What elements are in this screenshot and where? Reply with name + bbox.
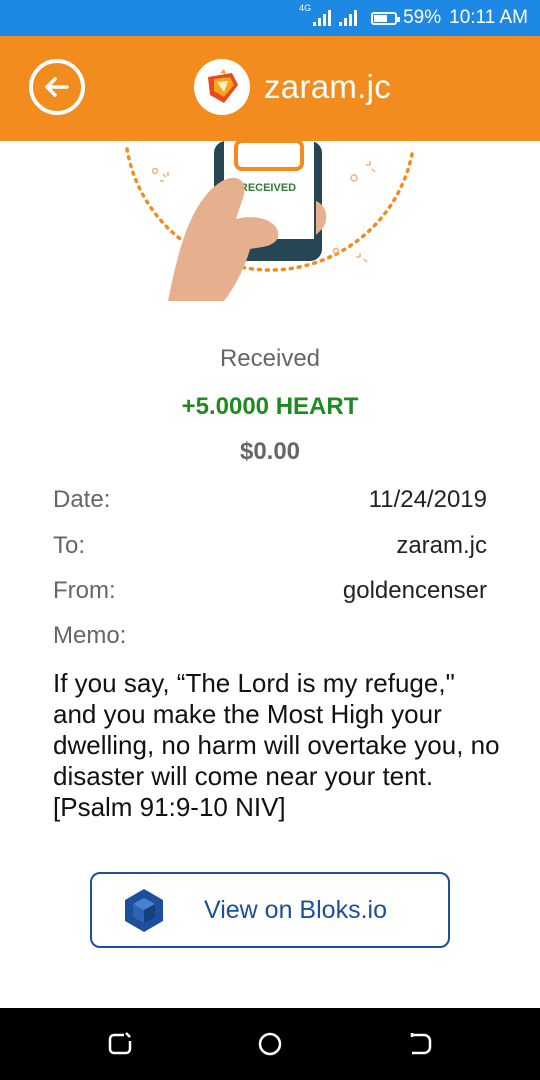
received-illustration: RECEIVED — [0, 141, 540, 331]
app-header: zaram.jc — [0, 36, 540, 141]
to-label: To: — [53, 532, 86, 559]
clock: 10:11 AM — [449, 7, 528, 28]
home-icon[interactable] — [256, 1030, 284, 1058]
battery-icon — [371, 11, 401, 25]
phone-received-label: RECEIVED — [240, 182, 296, 194]
memo-text: If you say, “The Lord is my refuge," and… — [53, 668, 500, 822]
to-value: zaram.jc — [396, 532, 487, 559]
date-row: Date: 11/24/2019 — [53, 486, 487, 514]
from-row: From: goldencenser — [53, 577, 487, 605]
back-arrow-icon — [45, 77, 69, 97]
cube-icon — [125, 889, 163, 932]
fiat-value: $0.00 — [239, 438, 301, 465]
view-on-bloks-button[interactable]: View on Bloks.io — [90, 872, 450, 948]
back-nav-icon[interactable] — [406, 1030, 434, 1058]
signal-icon — [313, 10, 332, 26]
transaction-amount: +5.0000 HEART — [181, 393, 359, 420]
date-value: 11/24/2019 — [368, 486, 487, 513]
signal-icon-2 — [339, 10, 358, 26]
brand-logo-icon — [194, 59, 250, 115]
account-name: zaram.jc — [264, 68, 392, 105]
date-label: Date: — [53, 486, 111, 513]
back-button[interactable] — [29, 59, 85, 115]
recent-apps-icon[interactable] — [106, 1030, 134, 1058]
from-value: goldencenser — [342, 577, 487, 604]
account-title: zaram.jc — [194, 59, 391, 115]
network-type: 4G — [299, 3, 312, 13]
memo-label: Memo: — [53, 622, 127, 649]
memo-row: Memo: — [53, 622, 487, 650]
system-nav-bar — [0, 1008, 540, 1080]
to-row: To: zaram.jc — [53, 532, 487, 560]
status-bar: 4G 59% 10:11 AM — [0, 0, 540, 36]
from-label: From: — [53, 577, 116, 604]
view-on-bloks-label: View on Bloks.io — [204, 895, 387, 924]
battery-percent: 59% — [403, 7, 442, 28]
transaction-status: Received — [219, 345, 321, 372]
